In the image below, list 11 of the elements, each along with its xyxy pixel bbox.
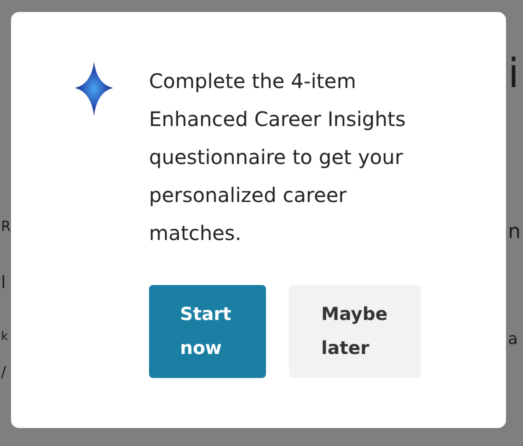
background-text: k <box>1 330 8 344</box>
later-button[interactable]: Maybe later <box>289 285 421 378</box>
start-button[interactable]: Start now <box>149 285 266 378</box>
background-text: l <box>1 274 6 293</box>
sparkle-icon <box>75 62 113 116</box>
background-text: / <box>1 364 6 380</box>
background-text: R <box>1 220 11 236</box>
background-text: a <box>508 330 518 348</box>
background-text: n <box>508 220 521 242</box>
background-text: i <box>508 52 520 96</box>
dialog-message: Complete the 4-item Enhanced Career Insights questionnaire to get your personalized career matches. <box>149 68 407 247</box>
